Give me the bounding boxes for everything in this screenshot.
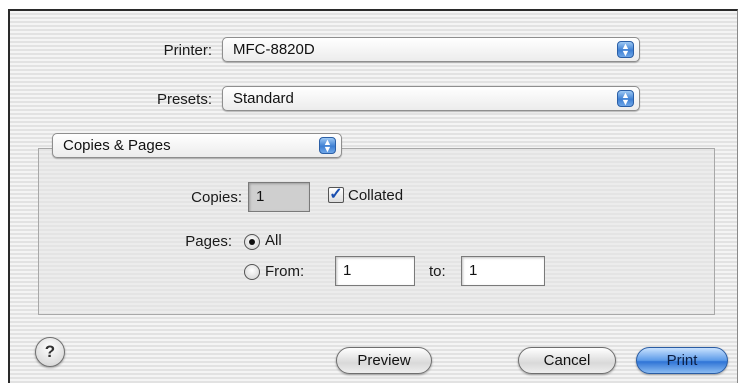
pages-label: Pages:	[185, 233, 232, 250]
panel-popup[interactable]: Copies & Pages ▲ ▼	[52, 133, 342, 158]
print-dialog: Printer: MFC-8820D ▲ ▼ Presets: Standard …	[8, 9, 738, 383]
up-down-arrows-icon: ▲ ▼	[617, 41, 634, 58]
pages-all-radio[interactable]	[244, 234, 260, 250]
pages-from-radio[interactable]	[244, 264, 260, 280]
presets-popup[interactable]: Standard ▲ ▼	[222, 86, 640, 111]
copies-label: Copies:	[191, 189, 242, 206]
printer-popup[interactable]: MFC-8820D ▲ ▼	[222, 37, 640, 62]
pages-from-field[interactable]: 1	[335, 256, 415, 286]
panel-value: Copies & Pages	[63, 137, 171, 154]
check-icon: ✓	[329, 186, 343, 203]
presets-value: Standard	[233, 90, 294, 107]
printer-label: Printer:	[163, 42, 212, 59]
up-down-arrows-icon: ▲ ▼	[617, 90, 634, 107]
pages-to-field[interactable]: 1	[461, 256, 545, 286]
up-down-arrows-icon: ▲ ▼	[319, 137, 336, 154]
preview-button[interactable]: Preview	[336, 347, 432, 374]
pages-to-label: to:	[429, 263, 446, 280]
print-button[interactable]: Print	[636, 347, 728, 374]
help-button[interactable]: ?	[35, 337, 65, 367]
options-group-box	[38, 148, 715, 315]
collated-checkbox[interactable]: ✓	[328, 187, 344, 203]
pages-all-label: All	[265, 232, 282, 249]
presets-label: Presets:	[156, 91, 212, 108]
cancel-button[interactable]: Cancel	[518, 347, 616, 374]
copies-field[interactable]: 1	[248, 182, 310, 212]
collated-label: Collated	[348, 187, 404, 204]
printer-value: MFC-8820D	[233, 41, 315, 58]
pages-from-label: From:	[265, 263, 305, 280]
